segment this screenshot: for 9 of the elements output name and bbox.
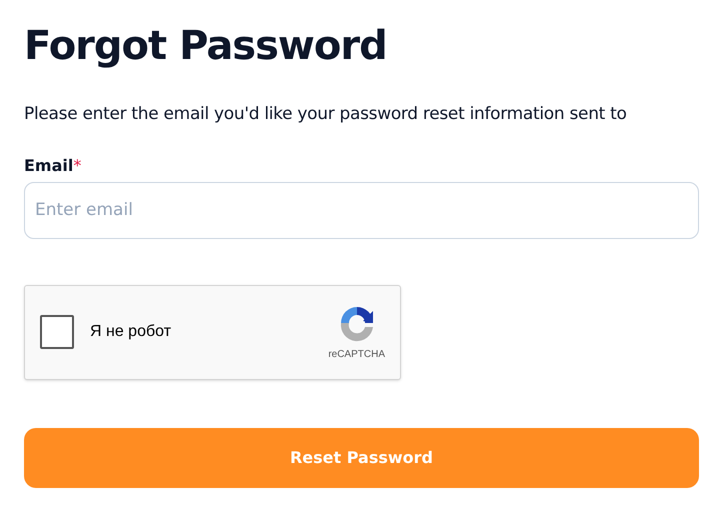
captcha-label: Я не робот xyxy=(90,322,172,342)
email-field[interactable]: Enter email xyxy=(24,182,699,238)
page-title: Forgot Password xyxy=(24,22,388,71)
description-text: Please enter the email you'd like your password reset information sent to xyxy=(24,103,628,126)
recaptcha-brand: reCAPTCHA xyxy=(328,348,385,362)
reset-password-button[interactable]: Reset Password xyxy=(24,428,699,488)
required-mark: * xyxy=(73,154,82,176)
captcha-checkbox[interactable] xyxy=(40,315,74,349)
email-label: Email xyxy=(24,154,74,176)
